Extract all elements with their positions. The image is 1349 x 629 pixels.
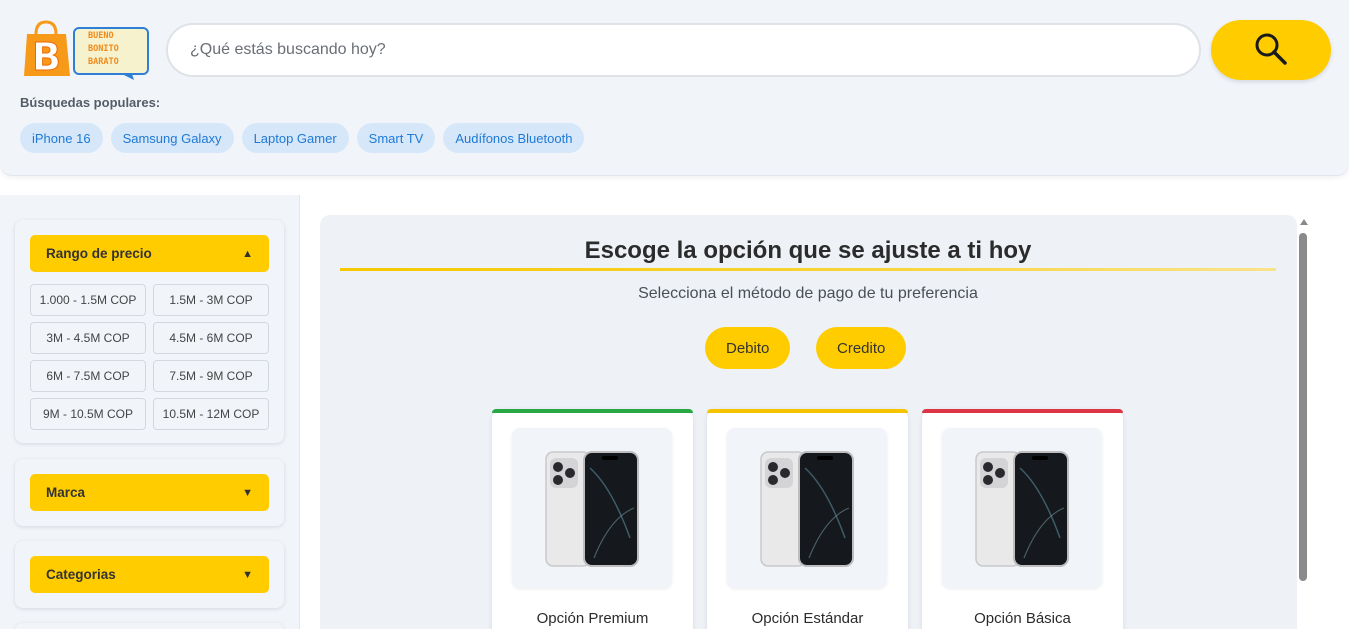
card-label: Opción Estándar bbox=[751, 610, 864, 627]
price-range-option[interactable]: 9M - 10.5M COP bbox=[30, 398, 146, 430]
card-accent-bar bbox=[707, 409, 908, 413]
option-card-basic[interactable]: Opción Básica bbox=[922, 409, 1123, 629]
option-card-premium[interactable]: Opción Premium bbox=[492, 409, 693, 629]
chevron-down-icon: ▼ bbox=[242, 486, 253, 499]
page-title: Escoge la opción que se ajuste a ti hoy bbox=[584, 237, 1032, 264]
popular-chip-iphone[interactable]: iPhone 16 bbox=[20, 123, 103, 153]
brand-filter-header[interactable]: Marca ▼ bbox=[30, 474, 269, 511]
brand-filter: Marca ▼ bbox=[15, 459, 284, 526]
filters-sidebar: Rango de precio ▲ 1.000 - 1.5M COP 1.5M … bbox=[0, 195, 300, 629]
logo-word-3: BARATO bbox=[88, 57, 119, 67]
credit-button[interactable]: Credito bbox=[816, 327, 907, 369]
price-range-option[interactable]: 1.5M - 3M COP bbox=[153, 284, 269, 316]
price-filter-label: Rango de precio bbox=[46, 246, 152, 261]
price-range-option[interactable]: 10.5M - 12M COP bbox=[153, 398, 269, 430]
logo-word-1: BUENO bbox=[88, 31, 114, 41]
scrollbar-thumb[interactable] bbox=[1299, 233, 1307, 581]
price-range-option[interactable]: 1.000 - 1.5M COP bbox=[30, 284, 146, 316]
price-range-option[interactable]: 4.5M - 6M COP bbox=[153, 322, 269, 354]
next-filter bbox=[15, 623, 284, 629]
card-accent-bar bbox=[922, 409, 1123, 413]
scrollbar[interactable] bbox=[1297, 215, 1311, 629]
payment-options-panel: Escoge la opción que se ajuste a ti hoy … bbox=[320, 215, 1297, 629]
price-range-option[interactable]: 3M - 4.5M COP bbox=[30, 322, 146, 354]
popular-chip-samsung[interactable]: Samsung Galaxy bbox=[110, 123, 234, 153]
categories-filter-header[interactable]: Categorias ▼ bbox=[30, 556, 269, 593]
search-icon bbox=[1254, 32, 1288, 69]
price-filter-header[interactable]: Rango de precio ▲ bbox=[30, 235, 269, 272]
header: B BUENO BONITO BARATO Búsquedas populare… bbox=[0, 0, 1349, 176]
scroll-up-icon[interactable] bbox=[1300, 219, 1308, 225]
phone-image bbox=[512, 428, 672, 588]
categories-filter-label: Categorias bbox=[46, 567, 116, 582]
price-range-option[interactable]: 7.5M - 9M COP bbox=[153, 360, 269, 392]
popular-searches: iPhone 16 Samsung Galaxy Laptop Gamer Sm… bbox=[20, 123, 585, 153]
price-ranges: 1.000 - 1.5M COP 1.5M - 3M COP 3M - 4.5M… bbox=[30, 284, 269, 430]
card-accent-bar bbox=[492, 409, 693, 413]
price-filter: Rango de precio ▲ 1.000 - 1.5M COP 1.5M … bbox=[15, 220, 284, 443]
phone-image bbox=[942, 428, 1102, 588]
popular-chip-smart-tv[interactable]: Smart TV bbox=[356, 123, 436, 153]
logo[interactable]: B BUENO BONITO BARATO bbox=[22, 20, 150, 80]
chevron-down-icon: ▼ bbox=[242, 568, 253, 581]
card-label: Opción Premium bbox=[536, 610, 649, 627]
search-input[interactable] bbox=[166, 23, 1201, 77]
logo-word-2: BONITO bbox=[88, 44, 119, 54]
debit-button[interactable]: Debito bbox=[705, 327, 791, 369]
brand-filter-label: Marca bbox=[46, 485, 86, 500]
phone-image bbox=[727, 428, 887, 588]
popular-searches-title: Búsquedas populares: bbox=[20, 95, 161, 110]
svg-text:B: B bbox=[32, 35, 61, 79]
price-range-option[interactable]: 6M - 7.5M COP bbox=[30, 360, 146, 392]
card-label: Opción Básica bbox=[974, 610, 1071, 627]
categories-filter: Categorias ▼ bbox=[15, 541, 284, 608]
search-button[interactable] bbox=[1211, 20, 1331, 80]
page-subtitle: Selecciona el método de pago de tu prefe… bbox=[638, 285, 978, 302]
popular-chip-laptop[interactable]: Laptop Gamer bbox=[241, 123, 349, 153]
chevron-up-icon: ▲ bbox=[242, 247, 253, 260]
option-card-standard[interactable]: Opción Estándar bbox=[707, 409, 908, 629]
title-underline bbox=[340, 268, 1276, 271]
popular-chip-headphones[interactable]: Audífonos Bluetooth bbox=[443, 123, 585, 153]
